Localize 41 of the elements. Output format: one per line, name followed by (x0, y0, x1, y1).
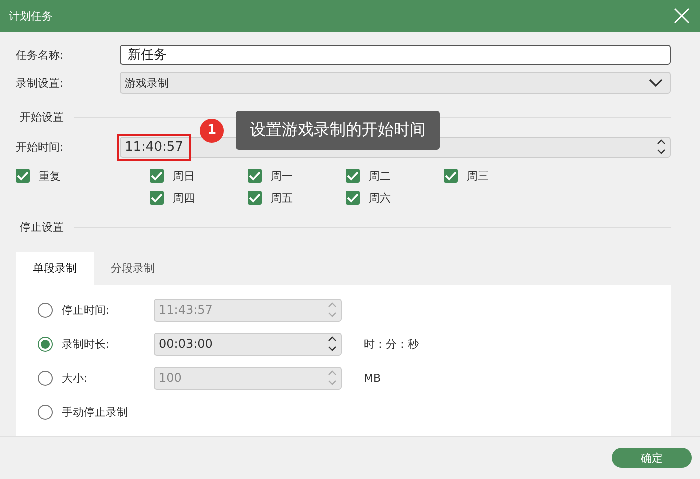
checkbox[interactable] (248, 191, 262, 205)
callout-tooltip: 设置游戏录制的开始时间 (236, 111, 440, 150)
option-label: 录制时长: (62, 336, 111, 352)
checkbox[interactable] (150, 191, 164, 205)
task-name-field[interactable]: 新任务 (120, 45, 671, 65)
checkbox-label: 周日 (173, 168, 195, 184)
unit-label: MB (364, 372, 382, 384)
option-label: 停止时间: (62, 302, 111, 318)
radio-button[interactable] (38, 404, 53, 420)
checkbox-label: 周三 (467, 168, 489, 184)
tab[interactable]: 单段录制 (16, 252, 94, 285)
close-icon[interactable] (674, 8, 690, 24)
checkbox-label: 周六 (369, 190, 391, 206)
checkbox[interactable] (444, 169, 458, 183)
checkbox[interactable] (150, 169, 164, 183)
checkbox[interactable] (248, 169, 262, 183)
checkbox-label: 周二 (369, 168, 391, 184)
confirm-button[interactable]: 确定 (612, 448, 692, 468)
window-title: 计划任务 (9, 8, 53, 24)
chevron-down-icon (649, 78, 663, 88)
field-label: 任务名称: (16, 48, 65, 62)
checkbox[interactable] (16, 169, 30, 183)
checkbox-label: 周四 (173, 190, 195, 206)
section-title: 停止设置 (20, 220, 64, 234)
recording-setting-dropdown[interactable]: 游戏录制 (120, 72, 671, 94)
spinner-arrows-icon[interactable] (328, 335, 337, 353)
checkbox-label: 重复 (39, 168, 61, 184)
option-label: 大小: (62, 370, 89, 386)
spinner-arrows-icon[interactable] (657, 138, 666, 156)
section-title: 开始设置 (20, 110, 64, 124)
radio-button[interactable] (38, 336, 53, 352)
checkbox[interactable] (346, 169, 360, 183)
checkbox-label: 周一 (271, 168, 293, 184)
checkbox[interactable] (346, 191, 360, 205)
option-label: 手动停止录制 (62, 404, 129, 420)
field-label: 录制设置: (16, 76, 65, 90)
step-number-badge: 1 (200, 118, 224, 142)
unit-label: 时：分：秒 (364, 336, 419, 352)
field-label: 开始时间: (16, 140, 65, 154)
checkbox-label: 周五 (271, 190, 293, 206)
spinner-field[interactable]: 00:03:00 (154, 332, 342, 356)
